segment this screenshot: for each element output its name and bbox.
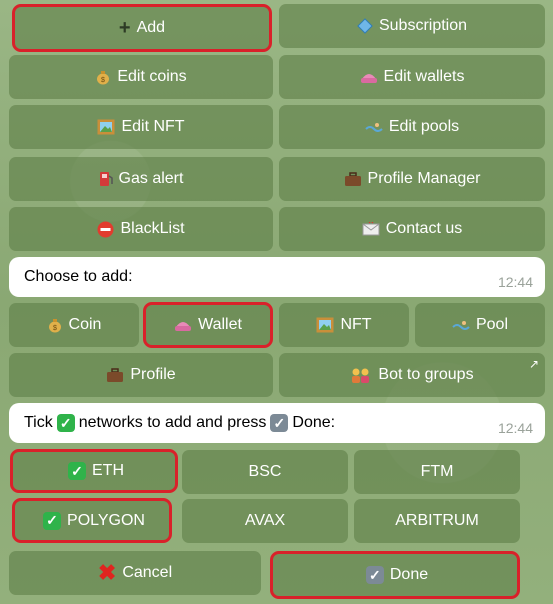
- svg-text:$: $: [101, 77, 105, 84]
- check-box-icon: ✓: [365, 566, 384, 584]
- pool-button[interactable]: Pool: [415, 303, 545, 347]
- check-mark-icon: ✓: [56, 414, 75, 432]
- pool-label: Pool: [475, 316, 509, 333]
- network-polygon-button[interactable]: ✓ POLYGON: [12, 498, 172, 543]
- diamond-icon: [357, 18, 373, 34]
- edit-coins-label: Edit coins: [117, 68, 187, 85]
- people-icon: [350, 367, 372, 383]
- edit-pools-button[interactable]: Edit pools: [279, 105, 545, 149]
- nft-button[interactable]: NFT: [279, 303, 409, 347]
- done-label: Done: [389, 566, 429, 583]
- edit-nft-button[interactable]: Edit NFT: [9, 105, 273, 149]
- bot-to-groups-label: Bot to groups: [378, 366, 474, 383]
- choose-to-add-message: Choose to add: 12:44: [9, 257, 545, 297]
- external-link-arrow-icon: ↗: [528, 357, 539, 371]
- profile-manager-label: Profile Manager: [367, 170, 481, 187]
- bot-to-groups-button[interactable]: Bot to groups ↗: [279, 353, 545, 397]
- contact-us-label: Contact us: [385, 220, 463, 237]
- contact-us-button[interactable]: Contact us: [279, 207, 545, 251]
- subscription-button[interactable]: Subscription: [279, 4, 545, 48]
- profile-button[interactable]: Profile: [9, 353, 273, 397]
- network-eth-label: ETH: [92, 462, 124, 479]
- fuel-pump-icon: [99, 171, 113, 187]
- edit-nft-label: Edit NFT: [121, 118, 185, 135]
- profile-label: Profile: [130, 366, 176, 383]
- network-arbitrum-label: ARBITRUM: [395, 512, 479, 529]
- blacklist-label: BlackList: [120, 220, 185, 237]
- tick-networks-message: Tick ✓ networks to add and press ✓ Done:…: [9, 403, 545, 443]
- message-time: 12:44: [497, 420, 533, 436]
- message-text-prefix: Tick: [24, 414, 53, 431]
- network-bsc-button[interactable]: BSC: [182, 450, 348, 494]
- add-button[interactable]: + Add: [12, 4, 272, 52]
- nft-label: NFT: [340, 316, 372, 333]
- wallet-button[interactable]: Wallet: [143, 302, 273, 348]
- purse-icon: [174, 318, 192, 332]
- add-label: Add: [136, 19, 166, 36]
- briefcase-icon: [344, 171, 362, 187]
- message-text-middle: networks to add and press: [78, 414, 267, 431]
- cancel-label: Cancel: [122, 564, 173, 581]
- network-ftm-button[interactable]: FTM: [354, 450, 520, 494]
- profile-manager-button[interactable]: Profile Manager: [279, 157, 545, 201]
- svg-text:$: $: [53, 325, 57, 332]
- coin-label: Coin: [68, 316, 102, 333]
- message-text-row: Tick ✓ networks to add and press ✓ Done:: [24, 414, 335, 432]
- network-polygon-label: POLYGON: [67, 511, 145, 529]
- edit-wallets-button[interactable]: Edit wallets: [279, 55, 545, 99]
- network-avax-label: AVAX: [244, 512, 286, 529]
- blacklist-button[interactable]: BlackList: [9, 207, 273, 251]
- money-bag-icon: $: [47, 317, 63, 333]
- network-arbitrum-button[interactable]: ARBITRUM: [354, 499, 520, 543]
- coin-button[interactable]: $ Coin: [9, 303, 139, 347]
- message-time: 12:44: [497, 274, 533, 290]
- message-text-suffix: Done:: [292, 414, 336, 431]
- wallet-label: Wallet: [198, 316, 242, 333]
- network-eth-button[interactable]: ✓ ETH: [10, 449, 178, 493]
- plus-icon: +: [118, 17, 131, 39]
- subscription-label: Subscription: [378, 17, 468, 34]
- envelope-icon: [362, 222, 380, 236]
- framed-picture-icon: [97, 119, 115, 135]
- network-bsc-label: BSC: [248, 463, 282, 480]
- network-ftm-label: FTM: [420, 463, 454, 480]
- no-entry-icon: [97, 221, 114, 238]
- money-bag-icon: $: [95, 69, 111, 85]
- edit-coins-button[interactable]: $ Edit coins: [9, 55, 273, 99]
- check-box-icon: ✓: [270, 414, 289, 432]
- gas-alert-label: Gas alert: [118, 170, 184, 187]
- swimmer-icon: [365, 121, 383, 133]
- framed-picture-icon: [316, 317, 334, 333]
- edit-pools-label: Edit pools: [388, 118, 460, 135]
- gas-alert-button[interactable]: Gas alert: [9, 157, 273, 201]
- briefcase-icon: [106, 367, 124, 383]
- message-text: Choose to add:: [24, 268, 133, 285]
- purse-icon: [360, 70, 378, 84]
- check-mark-icon: ✓: [68, 462, 86, 480]
- network-avax-button[interactable]: AVAX: [182, 499, 348, 543]
- cancel-button[interactable]: ✖ Cancel: [9, 551, 261, 595]
- check-mark-icon: ✓: [43, 511, 62, 530]
- swimmer-icon: [452, 319, 470, 331]
- cross-mark-icon: ✖: [97, 560, 117, 585]
- edit-wallets-label: Edit wallets: [383, 68, 465, 85]
- done-button[interactable]: ✓ Done: [270, 551, 520, 599]
